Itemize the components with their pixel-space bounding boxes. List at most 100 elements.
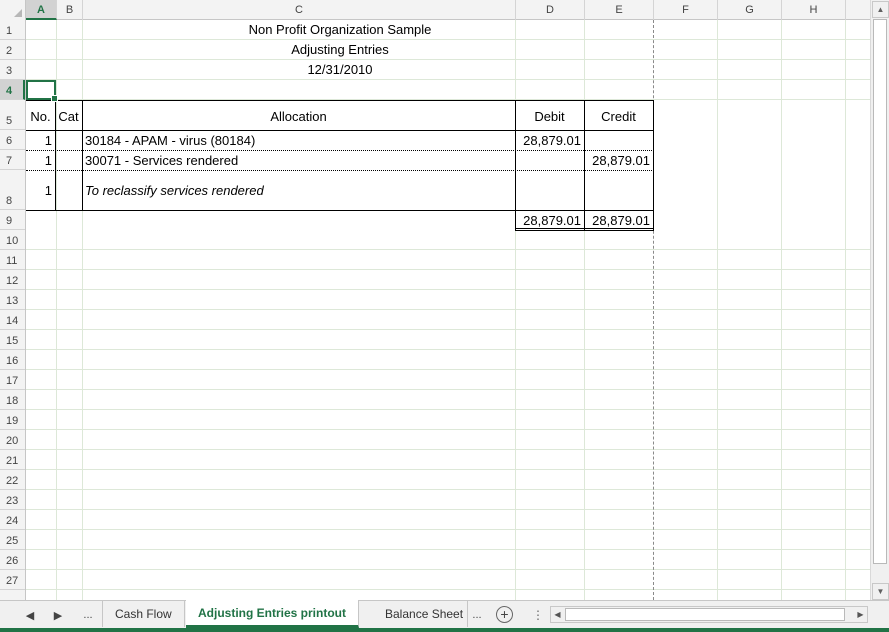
header-cat: Cat <box>58 109 79 124</box>
header-credit: Credit <box>601 109 636 124</box>
column-header-h[interactable]: H <box>782 0 846 20</box>
row-header[interactable]: 21 <box>0 450 25 470</box>
tab-adjusting-entries-printout[interactable]: Adjusting Entries printout <box>186 600 359 628</box>
gridline <box>26 589 870 590</box>
header-debit: Debit <box>534 109 565 124</box>
gridline <box>26 269 870 270</box>
row-header[interactable]: 2 <box>0 40 25 60</box>
gridline <box>26 79 870 80</box>
row-header[interactable]: 16 <box>0 350 25 370</box>
row-header[interactable]: 10 <box>0 230 25 250</box>
scroll-left-icon[interactable]: ◀ <box>551 607 564 622</box>
row-header[interactable]: 15 <box>0 330 25 350</box>
column-header-f[interactable]: F <box>654 0 718 20</box>
gridline <box>26 39 870 40</box>
row-header[interactable]: 14 <box>0 310 25 330</box>
column-header-c[interactable]: C <box>83 0 516 20</box>
report-org-name: Non Profit Organization Sample <box>248 22 432 37</box>
row-header[interactable]: 20 <box>0 430 25 450</box>
tab-balance-sheet[interactable]: Balance Sheet <box>373 601 468 627</box>
gridline <box>56 20 57 600</box>
row-header[interactable]: 22 <box>0 470 25 490</box>
header-allocation: Allocation <box>270 109 327 124</box>
report-date: 12/31/2010 <box>307 62 373 77</box>
gridline <box>845 20 846 600</box>
cell-grid[interactable]: Non Profit Organization Sample Adjusting… <box>26 20 870 600</box>
table-top-border <box>26 100 654 101</box>
vertical-scroll-thumb[interactable] <box>873 19 887 564</box>
spreadsheet-window: A B C D E F G H 1 2 3 4 5 6 7 8 9 10 11 … <box>0 0 889 632</box>
row-header[interactable]: 17 <box>0 370 25 390</box>
row-header[interactable]: 18 <box>0 390 25 410</box>
column-header-a[interactable]: A <box>26 0 57 20</box>
column-header-g[interactable]: G <box>718 0 782 20</box>
row-header[interactable]: 12 <box>0 270 25 290</box>
row-header[interactable]: 24 <box>0 510 25 530</box>
column-header-e[interactable]: E <box>585 0 654 20</box>
tab-scroll-right-icon[interactable]: ▶ <box>50 605 66 625</box>
gridline <box>26 509 870 510</box>
scroll-down-icon[interactable]: ▼ <box>872 583 889 600</box>
gridline <box>781 20 782 600</box>
column-header-b[interactable]: B <box>57 0 83 20</box>
row-dotted-border <box>26 150 654 151</box>
row-header[interactable]: 9 <box>0 210 25 230</box>
row-header[interactable]: 4 <box>0 80 25 100</box>
row-header[interactable]: 8 <box>0 170 25 210</box>
table-bottom-border <box>26 210 654 211</box>
add-sheet-icon[interactable]: + <box>496 606 513 623</box>
gridline <box>26 369 870 370</box>
gridline <box>26 309 870 310</box>
row-header[interactable]: 23 <box>0 490 25 510</box>
tab-cash-flow[interactable]: Cash Flow <box>102 601 185 627</box>
row-header[interactable]: 25 <box>0 530 25 550</box>
row-header[interactable]: 3 <box>0 60 25 80</box>
entry-no: 1 <box>44 183 52 198</box>
row-header[interactable]: 7 <box>0 150 25 170</box>
tab-split-handle-icon[interactable]: ⋮ <box>532 608 544 622</box>
gridline <box>26 449 870 450</box>
entry-allocation: 30071 - Services rendered <box>85 153 239 168</box>
gridline <box>717 20 718 600</box>
status-accent-strip <box>0 628 889 632</box>
total-credit: 28,879.01 <box>592 213 650 228</box>
horizontal-scrollbar[interactable]: ◀ ▶ <box>550 606 868 623</box>
row-header[interactable]: 13 <box>0 290 25 310</box>
row-header[interactable]: 26 <box>0 550 25 570</box>
tab-overflow-left[interactable]: ... <box>78 605 98 625</box>
report-title: Adjusting Entries <box>291 42 389 57</box>
vertical-scrollbar[interactable]: ▲ ▼ <box>870 0 889 602</box>
entry-debit: 28,879.01 <box>523 133 581 148</box>
gridline <box>26 469 870 470</box>
column-header-d[interactable]: D <box>516 0 585 20</box>
row-dotted-border <box>26 170 654 171</box>
tab-scroll-left-icon[interactable]: ◀ <box>22 605 38 625</box>
entry-allocation: 30184 - APAM - virus (80184) <box>85 133 256 148</box>
row-header[interactable]: 19 <box>0 410 25 430</box>
row-header[interactable]: 1 <box>0 20 25 40</box>
gridline <box>26 249 870 250</box>
select-all-corner[interactable] <box>0 0 26 20</box>
entry-description: To reclassify services rendered <box>85 183 264 198</box>
entry-credit: 28,879.01 <box>592 153 650 168</box>
scroll-up-icon[interactable]: ▲ <box>872 1 889 18</box>
gridline <box>26 349 870 350</box>
row-header[interactable]: 27 <box>0 570 25 590</box>
total-debit: 28,879.01 <box>523 213 581 228</box>
tab-overflow-right[interactable]: ... <box>468 605 486 625</box>
gridline <box>26 289 870 290</box>
active-cell-a4[interactable] <box>26 80 58 102</box>
totals-double-underline <box>515 228 654 231</box>
entry-no: 1 <box>44 153 52 168</box>
scroll-right-icon[interactable]: ▶ <box>854 607 867 622</box>
table-divider <box>653 100 654 230</box>
table-header-border <box>26 130 654 131</box>
row-header[interactable]: 5 <box>0 100 25 130</box>
gridline <box>26 529 870 530</box>
entry-no: 1 <box>44 133 52 148</box>
row-header[interactable]: 11 <box>0 250 25 270</box>
row-header[interactable]: 6 <box>0 130 25 150</box>
gridline <box>26 569 870 570</box>
horizontal-scroll-thumb[interactable] <box>565 608 845 621</box>
gridline <box>26 549 870 550</box>
